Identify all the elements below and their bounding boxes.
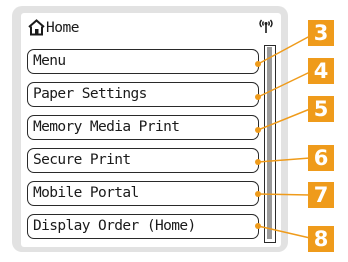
callout-badge-8: 8 (308, 226, 334, 252)
scrollbar[interactable] (264, 45, 276, 243)
scroll-thumb[interactable] (267, 47, 272, 239)
lcd-screen: Home Menu Paper Settings Memory Media Pr… (21, 13, 281, 247)
paper-settings-button[interactable]: Paper Settings (27, 82, 259, 107)
screen-header: Home (21, 13, 281, 43)
callout-badge-5: 5 (308, 96, 334, 122)
callout-badge-6: 6 (308, 145, 334, 171)
menu-button[interactable]: Menu (27, 49, 259, 74)
menu-button-label: Menu (33, 53, 66, 69)
mobile-portal-button[interactable]: Mobile Portal (27, 181, 259, 206)
callout-badge-7: 7 (308, 182, 334, 208)
memory-media-print-button[interactable]: Memory Media Print (27, 115, 259, 140)
display-order-home-button[interactable]: Display Order (Home) (27, 214, 259, 239)
screen-title: Home (46, 20, 79, 36)
memory-media-print-label: Memory Media Print (33, 119, 180, 135)
home-icon[interactable] (28, 19, 45, 36)
secure-print-button[interactable]: Secure Print (27, 148, 259, 173)
wireless-signal-icon (259, 19, 273, 33)
secure-print-label: Secure Print (33, 152, 131, 168)
device-display-frame: Home Menu Paper Settings Memory Media Pr… (12, 6, 288, 252)
display-order-home-label: Display Order (Home) (33, 218, 196, 234)
paper-settings-label: Paper Settings (33, 86, 147, 102)
mobile-portal-label: Mobile Portal (33, 185, 139, 201)
callout-badge-3: 3 (308, 20, 334, 46)
callout-badge-4: 4 (308, 58, 334, 84)
